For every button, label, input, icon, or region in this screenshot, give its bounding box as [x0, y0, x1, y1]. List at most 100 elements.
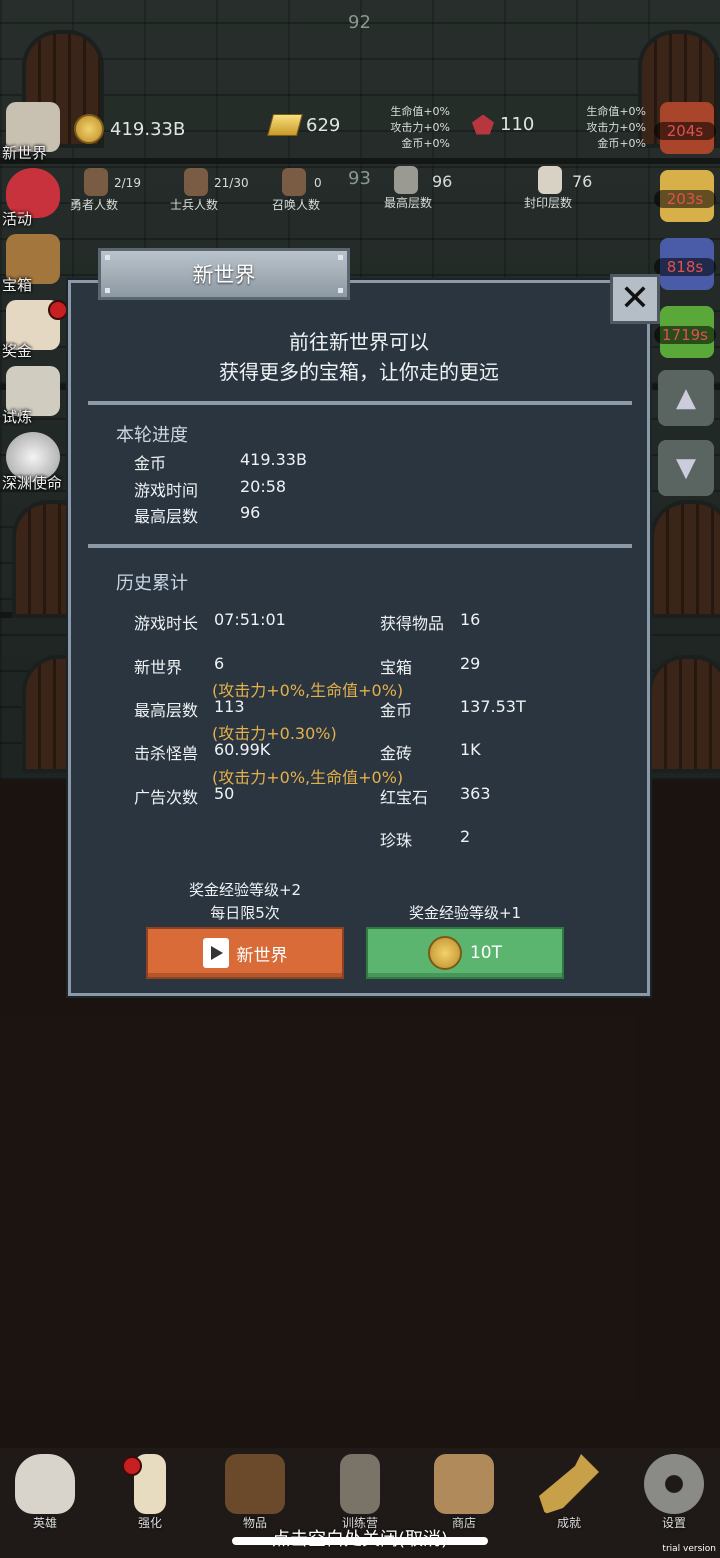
rivet: [105, 255, 110, 260]
history-items-value: 16: [460, 610, 481, 629]
side-label: 宝箱: [2, 276, 33, 294]
nav-training[interactable]: 训练营: [310, 1450, 410, 1536]
sealed-stat: 76 封印层数: [524, 166, 604, 210]
max-floor-label: 最高层数: [384, 196, 433, 210]
current-time-value: 20:58: [240, 477, 287, 496]
side-new-world[interactable]: 新世界: [0, 100, 70, 166]
intro-line-1: 前往新世界可以: [289, 330, 429, 354]
summon-icon: [282, 168, 306, 196]
floor-number: 92: [348, 12, 371, 33]
divider: [88, 544, 632, 548]
key-icon: [539, 1454, 599, 1514]
summons-value: 0: [314, 176, 322, 190]
rivet: [105, 288, 110, 293]
gold-coin-icon: [74, 114, 104, 144]
history-chests-label: 宝箱: [380, 658, 413, 677]
soldiers-stat: 21/30 士兵人数: [170, 168, 260, 212]
notification-dot: [48, 300, 68, 320]
nav-heroes[interactable]: 英雄: [0, 1450, 95, 1536]
current-time-label: 游戏时间: [134, 481, 199, 500]
history-ads-label: 广告次数: [134, 788, 199, 807]
current-floor-value: 96: [240, 503, 261, 522]
chevron-up-icon: ▲: [676, 383, 696, 413]
history-gold-label: 金币: [380, 701, 413, 720]
gold-counter: 419.33B: [74, 114, 185, 144]
gold-bar-icon: [267, 114, 303, 136]
max-floor-stat: 96 最高层数: [384, 166, 464, 210]
hero-icon: [84, 168, 108, 196]
history-kills-note: (攻击力+0%,生命值+0%): [212, 768, 404, 787]
mug-icon: [434, 1454, 494, 1514]
close-icon: ✕: [619, 278, 651, 319]
history-playtime-value: 07:51:01: [214, 610, 286, 629]
heroes-label: 勇者人数: [70, 198, 119, 212]
timer-value: 204s: [654, 122, 716, 140]
intro-line-2: 获得更多的宝箱，让你走的更远: [219, 360, 499, 384]
current-floor-label: 最高层数: [134, 507, 199, 526]
nav-shop[interactable]: 商店: [414, 1450, 514, 1536]
history-kills-label: 击杀怪兽: [134, 744, 199, 763]
history-title: 历史累计: [116, 573, 188, 594]
timer-item[interactable]: 818s: [654, 236, 720, 304]
buff-hp: 生命值+0%: [586, 105, 646, 118]
divider: [88, 401, 632, 405]
book-icon: [225, 1454, 285, 1514]
history-newworld-value: 6: [214, 654, 225, 673]
soldier-icon: [184, 168, 208, 196]
skull-icon: [15, 1454, 75, 1514]
side-chest[interactable]: 宝箱: [0, 232, 70, 298]
gold-coin-icon: [427, 936, 462, 970]
gold-value: 419.33B: [110, 118, 186, 140]
buff-hp: 生命值+0%: [390, 105, 450, 118]
bonus-exp-caption-2: 奖金经验等级+2: [188, 881, 302, 899]
timer-value: 203s: [654, 190, 716, 208]
timer-item[interactable]: 204s: [654, 100, 720, 168]
history-chests-value: 29: [460, 654, 481, 673]
summons-stat: 0 召唤人数: [272, 168, 352, 212]
sealed-label: 封印层数: [524, 196, 573, 210]
chevron-down-icon: ▼: [676, 453, 696, 483]
nav-items[interactable]: 物品: [205, 1450, 305, 1536]
buff-timers: 204s 203s 818s 1719s: [654, 100, 720, 372]
scroll-up-button[interactable]: ▲: [658, 370, 714, 426]
current-gold-label: 金币: [134, 454, 167, 473]
nav-upgrade[interactable]: 强化: [100, 1450, 200, 1536]
side-label: 奖金: [2, 342, 33, 360]
current-gold-value: 419.33B: [240, 450, 307, 469]
notification-dot: [122, 1456, 142, 1476]
history-items-label: 获得物品: [380, 614, 445, 633]
home-indicator[interactable]: [232, 1537, 488, 1545]
side-event[interactable]: 活动: [0, 166, 70, 232]
history-pearl-value: 2: [460, 827, 471, 846]
side-bonus[interactable]: 奖金: [0, 298, 70, 364]
pay-gold-new-world-button[interactable]: 10T: [366, 927, 564, 979]
ruby-icon: [472, 114, 494, 135]
rivet: [338, 255, 343, 260]
nav-settings[interactable]: 设置: [624, 1450, 720, 1536]
lantern-icon: [340, 1454, 380, 1514]
watch-ad-new-world-button[interactable]: 新世界: [146, 927, 344, 979]
summons-label: 召唤人数: [272, 198, 321, 212]
gear-icon: [644, 1454, 704, 1514]
dialog-title-tab: 新世界: [98, 248, 350, 300]
daily-limit-caption: 每日限5次: [210, 904, 280, 922]
stone-icon: [394, 166, 418, 194]
trial-watermark: trial version: [662, 1544, 716, 1554]
buff-gold: 金币+0%: [597, 137, 646, 150]
side-label: 深渊使命: [2, 474, 63, 492]
side-label: 新世界: [2, 144, 48, 162]
rivet: [338, 288, 343, 293]
video-icon: [202, 938, 229, 968]
timer-item[interactable]: 203s: [654, 168, 720, 236]
history-newworld-label: 新世界: [134, 658, 183, 677]
soldiers-label: 士兵人数: [170, 198, 219, 212]
nav-achievements[interactable]: 成就: [519, 1450, 619, 1536]
current-round-title: 本轮进度: [116, 425, 188, 446]
timer-item[interactable]: 1719s: [654, 304, 720, 372]
side-trial[interactable]: 试炼: [0, 364, 70, 430]
scroll-down-button[interactable]: ▼: [658, 440, 714, 496]
history-kills-value: 60.99K: [214, 740, 271, 759]
close-button[interactable]: ✕: [610, 274, 660, 324]
history-playtime-label: 游戏时长: [134, 614, 199, 633]
side-abyss[interactable]: 深渊使命: [0, 430, 70, 496]
